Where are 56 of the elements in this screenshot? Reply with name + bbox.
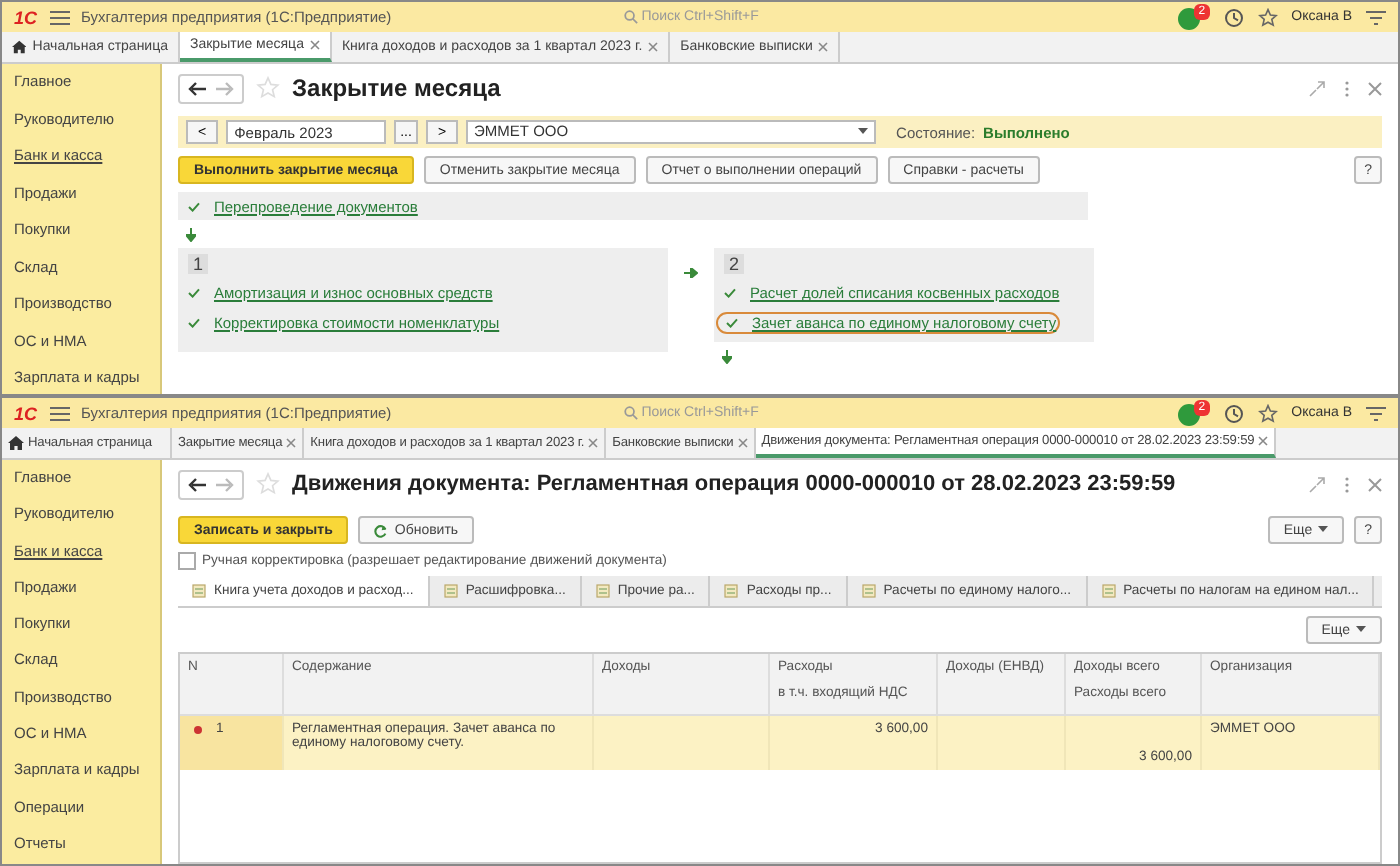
bell-icon — [1177, 404, 1200, 426]
down-arrow-icon — [722, 350, 732, 364]
table-icon — [861, 584, 876, 598]
close-icon[interactable] — [737, 438, 748, 448]
home-icon — [12, 40, 27, 54]
menu-icon[interactable] — [49, 9, 70, 25]
close-icon[interactable] — [648, 42, 659, 52]
home-icon — [8, 436, 24, 450]
link-icon[interactable] — [1308, 475, 1326, 493]
form-title: Движения документа: Регламентная операция 0000-000010 от 28.02.2023 23:59:59 — [292, 472, 1176, 496]
app-logo: 1С — [14, 403, 38, 423]
back-forward-buttons[interactable] — [178, 469, 244, 499]
close-icon[interactable] — [1258, 436, 1269, 446]
caret-icon — [1318, 526, 1329, 534]
close-icon[interactable] — [1368, 477, 1382, 491]
star-icon[interactable] — [1257, 7, 1278, 27]
more-icon[interactable] — [1344, 79, 1350, 97]
close-icon[interactable] — [1368, 81, 1382, 95]
dropdown-caret-icon[interactable] — [858, 128, 869, 136]
right-arrow-icon — [684, 268, 698, 278]
stage-number: 2 — [724, 254, 744, 274]
close-icon[interactable] — [818, 42, 829, 52]
close-icon[interactable] — [309, 40, 320, 50]
forward-arrow-icon[interactable] — [216, 477, 234, 491]
table-icon — [1101, 584, 1116, 598]
history-icon[interactable] — [1223, 403, 1244, 423]
bell-icon — [1177, 8, 1200, 30]
form-title: Закрытие месяца — [292, 74, 501, 102]
menu-icon[interactable] — [1366, 9, 1386, 25]
refresh-icon — [374, 523, 389, 537]
current-row-marker — [194, 726, 202, 734]
table-icon — [192, 584, 206, 598]
table-icon — [724, 584, 739, 598]
checkbox[interactable] — [178, 552, 196, 570]
menu-icon[interactable] — [1366, 405, 1386, 421]
table-icon — [443, 584, 458, 598]
app-logo: 1С — [14, 7, 38, 27]
caret-icon — [1356, 626, 1366, 634]
close-icon[interactable] — [286, 438, 297, 448]
search-icon — [623, 406, 638, 420]
link-icon[interactable] — [1308, 79, 1326, 97]
back-arrow-icon[interactable] — [188, 477, 206, 491]
search-icon — [623, 10, 638, 24]
back-forward-buttons[interactable] — [178, 73, 244, 103]
close-icon[interactable] — [588, 438, 599, 448]
favorite-star-icon[interactable] — [256, 76, 280, 100]
star-icon[interactable] — [1257, 403, 1278, 423]
history-icon[interactable] — [1223, 7, 1244, 27]
stage-number: 1 — [188, 254, 208, 274]
forward-arrow-icon[interactable] — [216, 81, 234, 95]
menu-icon[interactable] — [49, 405, 70, 421]
more-icon[interactable] — [1344, 475, 1350, 493]
down-arrow-icon — [186, 228, 196, 242]
favorite-star-icon[interactable] — [256, 472, 280, 496]
back-arrow-icon[interactable] — [188, 81, 206, 95]
table-icon — [595, 584, 610, 598]
